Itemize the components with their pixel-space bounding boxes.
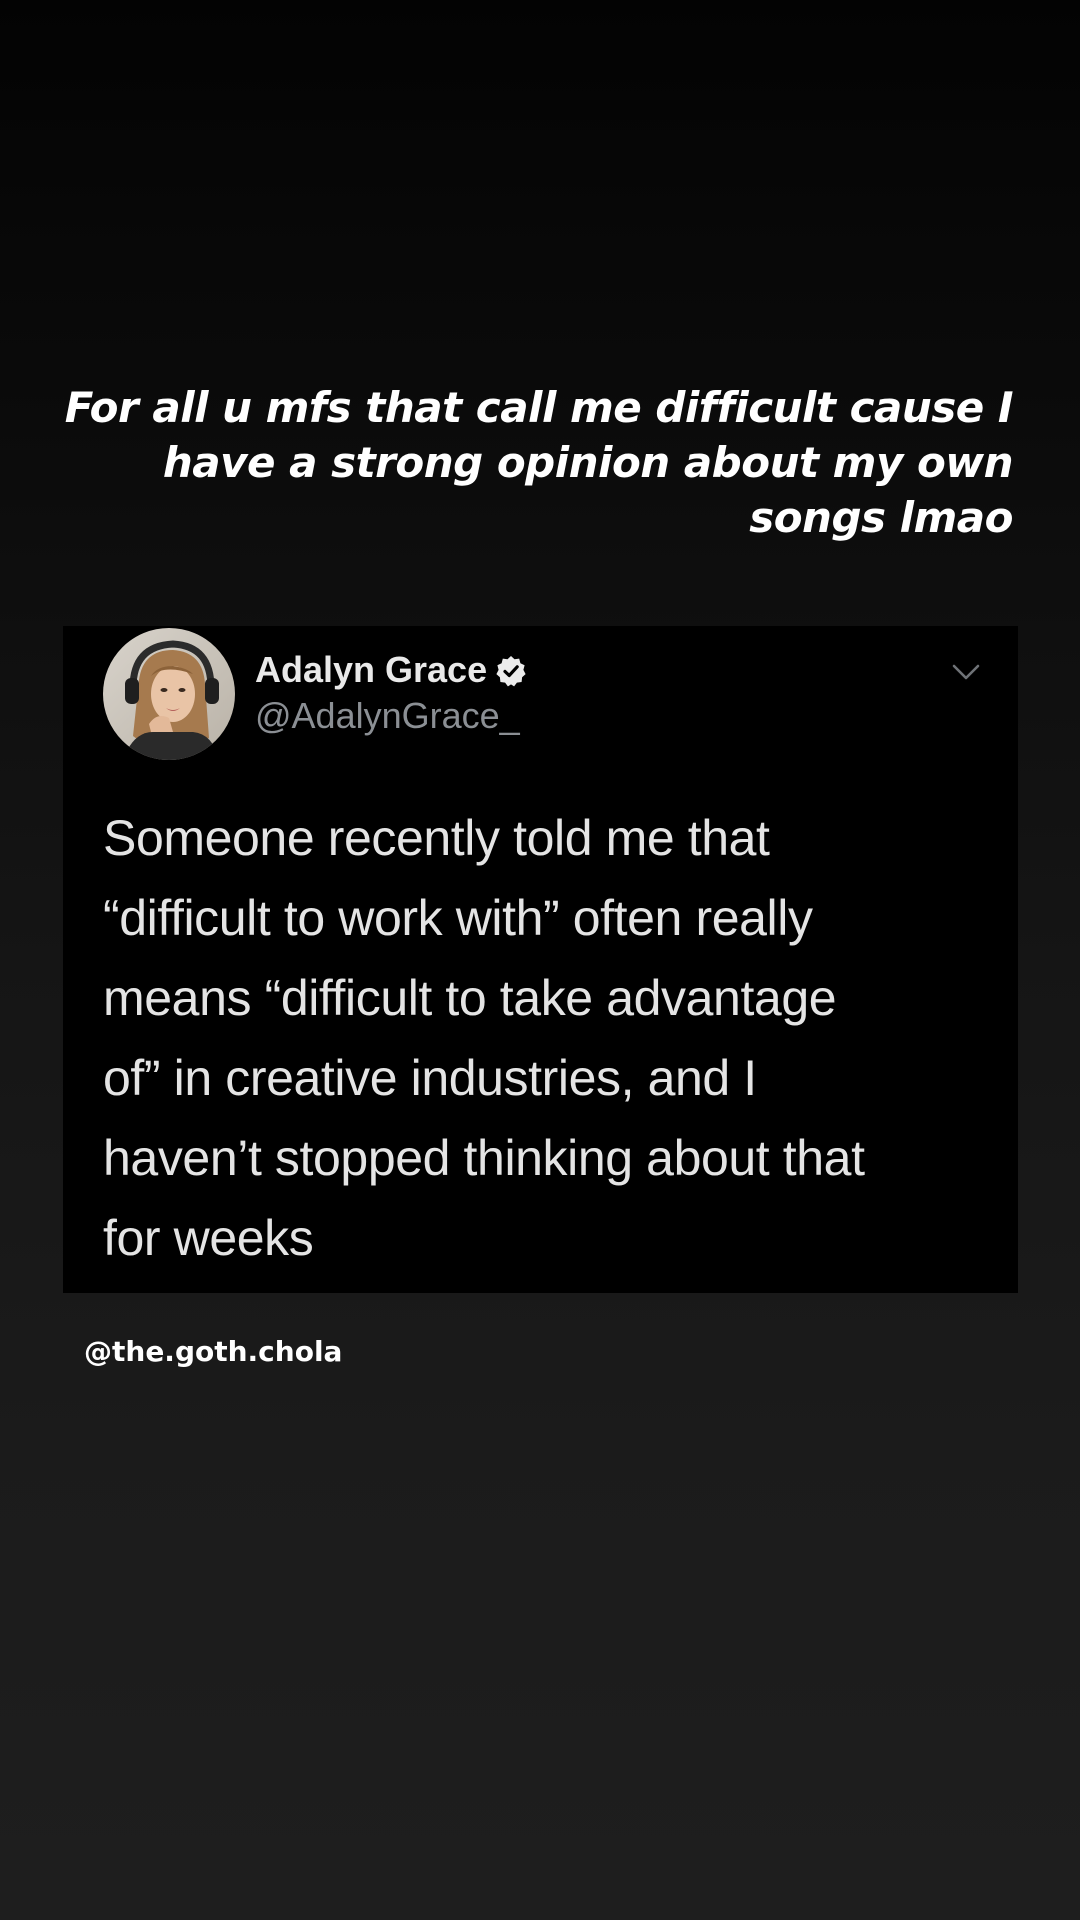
tweet-text-line: for weeks	[103, 1210, 314, 1266]
tweet-text: Someone recently told me that “difficult…	[103, 798, 983, 1278]
tweet-text-line: means “difficult to take advantage	[103, 970, 837, 1026]
author-name[interactable]: Adalyn Grace	[255, 649, 487, 690]
tweet-text-line: Someone recently told me that	[103, 810, 770, 866]
tweet-text-line: “difficult to work with” often really	[103, 890, 813, 946]
author-handle[interactable]: @AdalynGrace_	[255, 694, 520, 738]
attribution-mention[interactable]: @the.goth.chola	[84, 1334, 342, 1370]
chevron-down-icon[interactable]	[948, 654, 984, 690]
story-caption: For all u mfs that call me difficult cau…	[60, 380, 1014, 545]
caption-line: songs lmao	[749, 493, 1013, 542]
author-name-row[interactable]: Adalyn Grace	[255, 648, 527, 697]
tweet-card[interactable]: Adalyn Grace @AdalynGrace_ Someone recen…	[63, 626, 1018, 1293]
avatar[interactable]	[103, 628, 235, 760]
caption-line: have a strong opinion about my own	[162, 438, 1014, 487]
verified-badge-icon	[495, 653, 527, 697]
tweet-text-line: haven’t stopped thinking about that	[103, 1130, 865, 1186]
caption-line: For all u mfs that call me difficult cau…	[64, 383, 1014, 432]
tweet-text-line: of” in creative industries, and I	[103, 1050, 757, 1106]
